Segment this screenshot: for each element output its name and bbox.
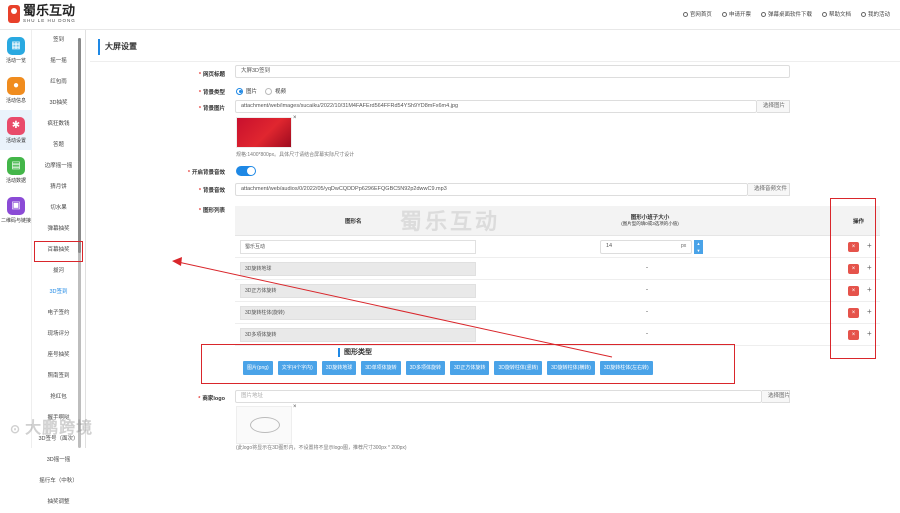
nav1-label: 活动信息 bbox=[5, 97, 26, 104]
close-icon[interactable]: × bbox=[293, 404, 297, 410]
shape-name-cell: 3D旋转柱体(旋转) bbox=[240, 306, 476, 320]
nav1-label: 活动一览 bbox=[5, 57, 26, 64]
bg-image-hint: 规格:1400*800px。具体尺寸请结合屏幕实际尺寸设计 bbox=[236, 152, 355, 158]
close-icon[interactable]: × bbox=[293, 115, 297, 121]
nav1-label: 二维码与链接 bbox=[0, 217, 31, 224]
topnav-home[interactable]: 官网首页 bbox=[682, 10, 712, 18]
music-label: * 背景音效 bbox=[198, 188, 225, 194]
nav2-item[interactable]: 摇行车（中秋） bbox=[32, 471, 85, 492]
nav2-item[interactable]: 抽奖调整 bbox=[32, 492, 85, 513]
title-divider bbox=[90, 61, 900, 62]
help-icon bbox=[821, 12, 827, 18]
shape-name-cell: 3D正方体旋转 bbox=[240, 284, 476, 298]
bg-image-label: * 背景图片 bbox=[198, 106, 225, 112]
table-header: 图形名 图形小班子大小 (图片型的填0或3选项的小值) 操作 bbox=[235, 206, 880, 236]
annotation-box-actions bbox=[830, 198, 876, 359]
qrcode-icon: ▣ bbox=[7, 196, 25, 215]
primary-sidebar: ▦ 活动一览 ● 活动信息 ✱ 活动设置 ▤ 活动数据 ▣ 二维码与链接 bbox=[0, 30, 32, 448]
col-size-line2: (图片型的填0或3选项的小值) bbox=[621, 221, 679, 226]
music-select-button[interactable]: 选择音频文件 bbox=[748, 183, 790, 196]
bg-image-thumbnail bbox=[236, 117, 292, 148]
nav2-item[interactable]: 3D摇一摇 bbox=[32, 450, 85, 471]
home-icon bbox=[682, 12, 688, 18]
radio-unchecked-icon bbox=[265, 87, 272, 95]
bg-type-label: * 背景类型 bbox=[198, 90, 225, 96]
topnav-help[interactable]: 帮助文档 bbox=[821, 10, 851, 18]
table-row: 蜀乐互动 14 px ▲ ▼ × + bbox=[235, 236, 880, 258]
radio-label: 视频 bbox=[275, 89, 287, 95]
shape-size-cell: - bbox=[646, 265, 648, 271]
info-icon: ● bbox=[7, 76, 25, 95]
logo-mark-icon bbox=[8, 4, 20, 23]
annotation-box-nav bbox=[34, 241, 83, 262]
main-content: 大屏设置 * 网页标题 大屏3D签到 * 背景类型 图片 视频 * 背景图片 atta… bbox=[90, 30, 900, 451]
logo-select-button[interactable]: 选择图片 bbox=[762, 390, 790, 403]
shape-size-input[interactable]: 14 bbox=[600, 240, 692, 254]
logo-label: * 商家logo bbox=[198, 396, 225, 402]
center-watermark: 蜀乐互动 bbox=[400, 209, 501, 234]
image-placeholder-icon bbox=[250, 417, 280, 433]
radio-label: 图片 bbox=[246, 89, 258, 95]
bg-type-radio-image[interactable]: 图片 bbox=[236, 87, 257, 95]
size-stepper-icon[interactable]: ▲ ▼ bbox=[694, 240, 703, 254]
brand-name: 蜀乐互动 bbox=[23, 3, 76, 18]
user-icon bbox=[860, 12, 866, 18]
radio-checked-icon bbox=[236, 87, 243, 95]
size-unit: px bbox=[681, 243, 687, 249]
bg-image-path-input[interactable]: attachment/web/images/sucaiku/2022/10/31… bbox=[235, 100, 757, 113]
shape-name-cell: 3D旋转地球 bbox=[240, 262, 476, 276]
nav1-label: 活动设置 bbox=[5, 137, 26, 144]
nav1-overview[interactable]: ▦ 活动一览 bbox=[0, 30, 32, 70]
shape-size-cell: - bbox=[646, 331, 648, 337]
gear-icon: ✱ bbox=[7, 116, 25, 135]
topnav-my-activity[interactable]: 我的活动 bbox=[860, 10, 890, 18]
annotation-box-shape-types bbox=[201, 344, 735, 384]
music-path-input[interactable]: attachment/web/audios/0/2022/05/yqDwCQDD… bbox=[235, 183, 748, 196]
top-bar: 蜀乐互动 SHU LE HU DONG 官网首页 申请开票 弹幕桌面软件下载 帮… bbox=[0, 0, 900, 30]
title-input[interactable]: 大屏3D签到 bbox=[235, 65, 790, 78]
corner-watermark: ⊙ 大鹏跨境 bbox=[10, 420, 94, 437]
grid-icon: ▦ bbox=[7, 36, 25, 55]
chart-icon: ▤ bbox=[7, 156, 25, 175]
logo-path-input[interactable]: 图片地址 bbox=[235, 390, 762, 403]
shape-name-cell: 3D多項体旋转 bbox=[240, 328, 476, 342]
music-switch-label: * 开启背景音效 bbox=[187, 170, 225, 176]
table-row: 3D正方体旋转 - × + bbox=[235, 280, 880, 302]
sidebar-scrollbar-thumb[interactable] bbox=[78, 38, 81, 253]
topnav-invoice[interactable]: 申请开票 bbox=[721, 10, 751, 18]
download-icon bbox=[760, 12, 766, 18]
logo-placeholder-image bbox=[236, 406, 292, 444]
col-size-header: 图形小班子大小 (图片型的填0或3选项的小值) bbox=[615, 213, 685, 227]
table-row: 3D旋转柱体(旋转) - × + bbox=[235, 302, 880, 324]
top-nav: 官网首页 申请开票 弹幕桌面软件下载 帮助文档 我的活动 bbox=[682, 10, 890, 18]
col-size-line1: 图形小班子大小 bbox=[630, 215, 670, 221]
title-label: * 网页标题 bbox=[198, 72, 225, 78]
shape-size-cell: - bbox=[646, 287, 648, 293]
nav1-qrcode[interactable]: ▣ 二维码与链接 bbox=[0, 190, 32, 230]
invoice-icon bbox=[721, 12, 727, 18]
music-toggle[interactable] bbox=[236, 166, 256, 176]
nav1-label: 活动数据 bbox=[5, 177, 26, 184]
shapes-label: * 图形列表 bbox=[198, 208, 225, 214]
brand-logo[interactable]: 蜀乐互动 SHU LE HU DONG bbox=[8, 4, 76, 23]
bg-image-select-button[interactable]: 选择图片 bbox=[757, 100, 790, 113]
nav1-info[interactable]: ● 活动信息 bbox=[0, 70, 32, 110]
bg-type-radio-video[interactable]: 视频 bbox=[265, 87, 286, 95]
table-row: 3D旋转地球 - × + bbox=[235, 258, 880, 280]
table-row: 3D多項体旋转 - × + bbox=[235, 324, 880, 346]
page-title: 大屏设置 bbox=[98, 39, 137, 55]
shape-size-cell: - bbox=[646, 309, 648, 315]
topnav-download[interactable]: 弹幕桌面软件下载 bbox=[760, 10, 812, 18]
col-name-header: 图形名 bbox=[345, 219, 362, 225]
brand-subtitle: SHU LE HU DONG bbox=[23, 18, 76, 23]
shape-name-input[interactable]: 蜀乐互动 bbox=[240, 240, 476, 254]
nav1-settings[interactable]: ✱ 活动设置 bbox=[0, 110, 32, 150]
shapes-table: 图形名 图形小班子大小 (图片型的填0或3选项的小值) 操作 蜀乐互动 14 p… bbox=[235, 206, 880, 346]
nav1-data[interactable]: ▤ 活动数据 bbox=[0, 150, 32, 190]
